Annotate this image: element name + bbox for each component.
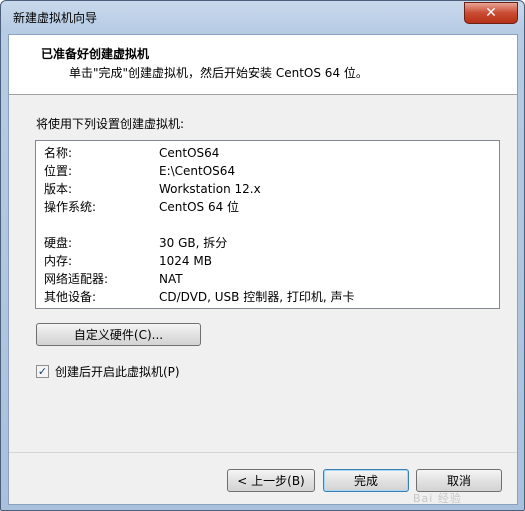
setting-row-location: 位置: E:\CentOS64 [44,162,494,180]
power-on-after-create-option[interactable]: ✓ 创建后开启此虚拟机(P) [36,363,180,380]
setting-row-name: 名称: CentOS64 [44,144,494,162]
settings-intro: 将使用下列设置创建虚拟机: [36,117,185,131]
setting-label: 名称: [44,146,73,160]
wizard-header: 已准备好创建虚拟机 单击"完成"创建虚拟机，然后开始安装 CentOS 64 位… [9,35,517,95]
setting-label: 硬盘: [44,236,73,250]
setting-value: 1024 MB [159,254,212,268]
setting-value: CD/DVD, USB 控制器, 打印机, 声卡 [159,290,355,304]
power-on-checkbox-label[interactable]: 创建后开启此虚拟机(P) [55,363,180,380]
header-title: 已准备好创建虚拟机 [41,47,150,61]
wizard-content: 已准备好创建虚拟机 单击"完成"创建虚拟机，然后开始安装 CentOS 64 位… [8,34,518,505]
setting-row-other-devices: 其他设备: CD/DVD, USB 控制器, 打印机, 声卡 [44,288,494,306]
close-icon: ✕ [485,5,497,21]
setting-value: CentOS 64 位 [159,200,240,214]
title-bar: 新建虚拟机向导 ✕ [1,1,524,35]
header-subtitle: 单击"完成"创建虚拟机，然后开始安装 CentOS 64 位。 [69,66,368,80]
window-title: 新建虚拟机向导 [13,11,98,25]
setting-value: E:\CentOS64 [159,164,236,178]
watermark-logo: Bai 经验 [413,492,462,505]
back-button[interactable]: < 上一步(B) [227,469,315,492]
customize-hardware-button[interactable]: 自定义硬件(C)... [36,323,201,346]
power-on-checkbox[interactable]: ✓ [36,365,49,378]
setting-label: 版本: [44,182,73,196]
setting-label: 位置: [44,164,73,178]
setting-row-disk: 硬盘: 30 GB, 拆分 [44,234,494,252]
setting-value: CentOS64 [159,146,220,160]
wizard-window: 新建虚拟机向导 ✕ 已准备好创建虚拟机 单击"完成"创建虚拟机，然后开始安装 C… [0,0,525,511]
setting-row-network: 网络适配器: NAT [44,270,494,288]
setting-row-memory: 内存: 1024 MB [44,252,494,270]
setting-row-version: 版本: Workstation 12.x [44,180,494,198]
cancel-button[interactable]: 取消 [416,469,502,492]
setting-row-os: 操作系统: CentOS 64 位 [44,198,494,216]
setting-label: 操作系统: [44,200,97,214]
setting-label: 内存: [44,254,73,268]
footer-divider [9,452,517,453]
finish-button[interactable]: 完成 [323,469,409,492]
setting-value: Workstation 12.x [159,182,261,196]
setting-value: NAT [159,272,183,286]
setting-label: 其他设备: [44,290,97,304]
settings-summary-box[interactable]: 名称: CentOS64 位置: E:\CentOS64 版本: Worksta… [35,140,500,309]
close-button[interactable]: ✕ [464,2,518,24]
setting-value: 30 GB, 拆分 [159,236,228,250]
setting-label: 网络适配器: [44,272,109,286]
